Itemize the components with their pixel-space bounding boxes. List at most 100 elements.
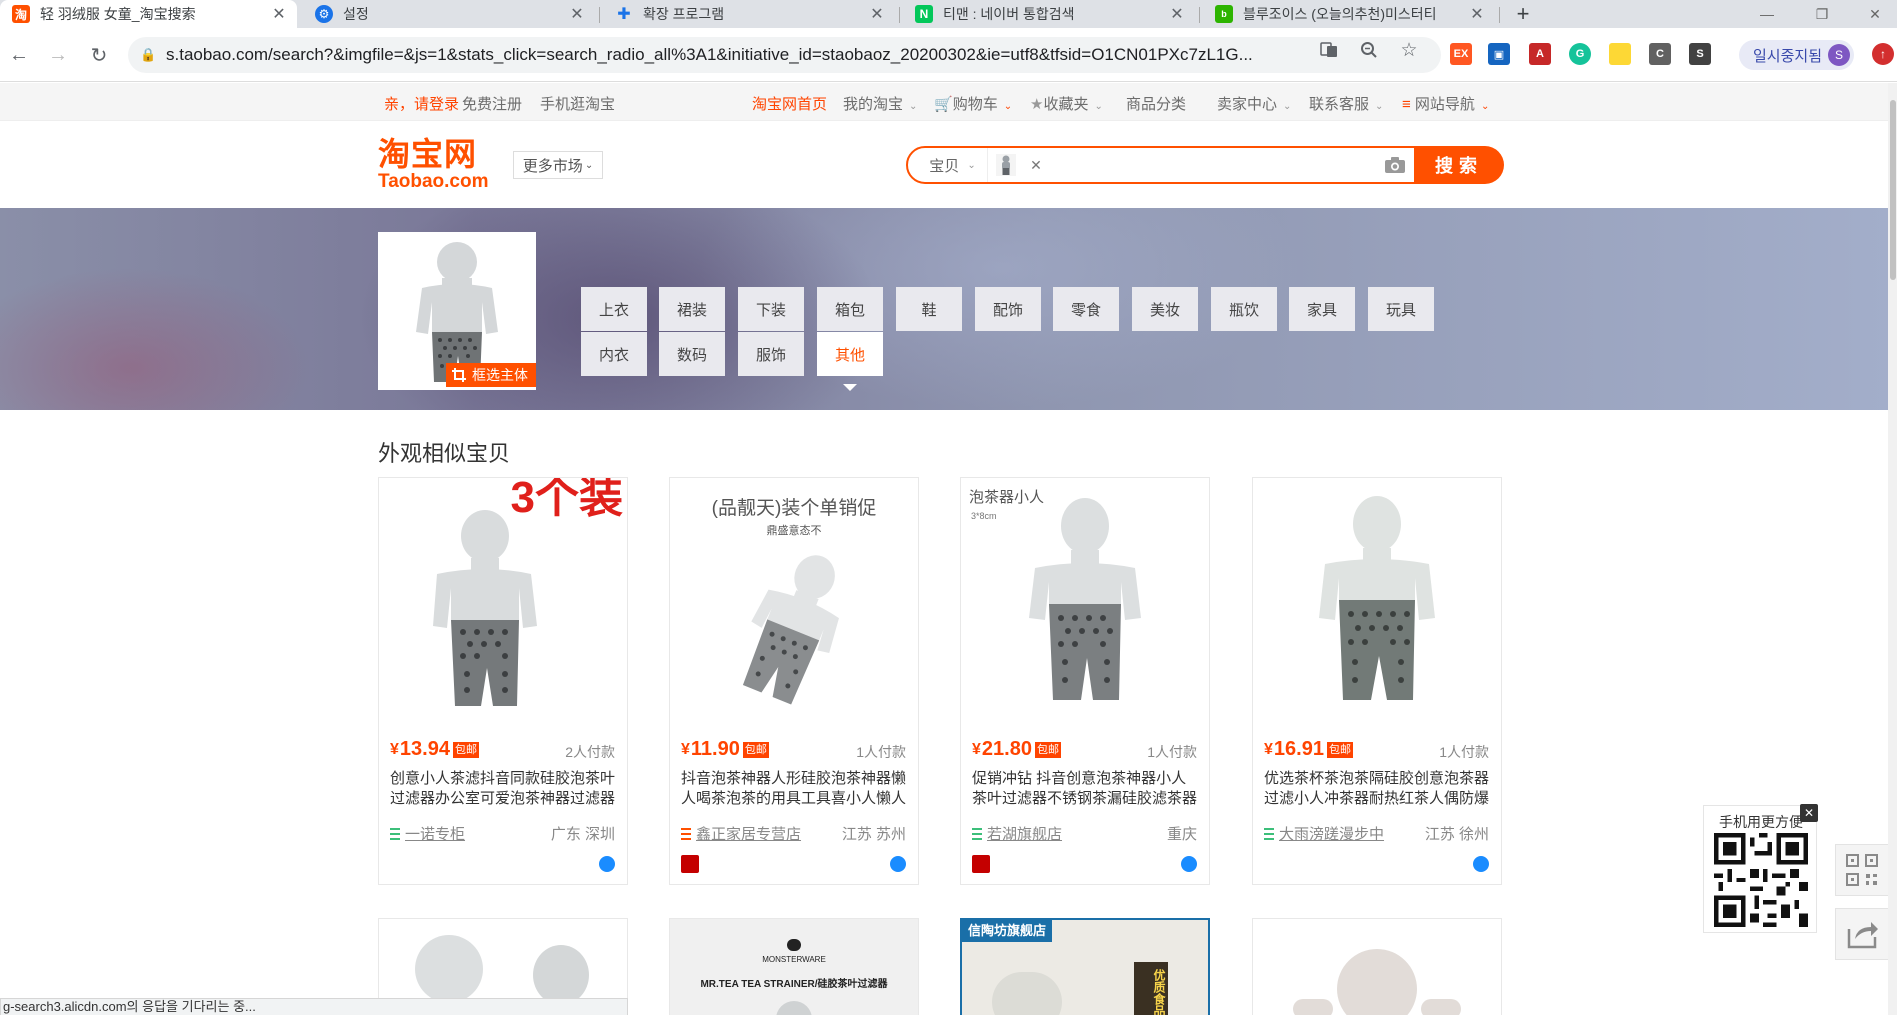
scrollbar-thumb[interactable]: [1890, 100, 1896, 280]
cart-link[interactable]: 🛒购物车 ⌄: [934, 93, 1012, 114]
category-drinks[interactable]: 瓶饮: [1211, 287, 1277, 331]
product-card[interactable]: 3个装 ¥13.94 包邮 2人付款 创意小人茶滤抖音同款硅胶泡茶叶过滤器办公室可…: [378, 477, 628, 885]
taobao-logo[interactable]: 淘宝网 Taobao.com: [378, 137, 498, 192]
shop-link[interactable]: 若湖旗舰店: [972, 823, 1062, 844]
shop-link[interactable]: 一诺专柜: [390, 823, 465, 844]
product-card[interactable]: ¥16.91 包邮 1人付款 优选茶杯茶泡茶隔硅胶创意泡茶器过滤小人冲茶器耐热红茶…: [1252, 477, 1502, 885]
tab-extensions[interactable]: ✚ 확장 프로그램 ✕: [603, 0, 895, 28]
address-bar[interactable]: 🔒 s.taobao.com/search?&imgfile=&js=1&sta…: [128, 37, 1441, 73]
product-image[interactable]: (品靓天)装个单销促 鼎盛意态不: [670, 478, 918, 726]
close-icon[interactable]: ✕: [869, 4, 885, 24]
register-link[interactable]: 免费注册: [462, 93, 522, 114]
product-image[interactable]: 泡茶器小人 3*8cm: [961, 478, 1209, 726]
product-card[interactable]: [1252, 918, 1502, 1015]
camera-icon[interactable]: [1384, 155, 1406, 175]
minimize-icon[interactable]: —: [1745, 0, 1789, 28]
category-bags[interactable]: 箱包: [817, 287, 883, 331]
category-digital[interactable]: 数码: [659, 332, 725, 376]
product-title[interactable]: 促销冲钻 抖音创意泡茶神器小人茶叶过滤器不锈钢茶漏硅胶滤茶器: [972, 769, 1200, 809]
qr-code-button[interactable]: [1835, 844, 1889, 896]
close-icon[interactable]: ✕: [1169, 4, 1185, 24]
wangwang-chat-icon[interactable]: [1473, 856, 1489, 872]
category-other[interactable]: 其他: [817, 332, 883, 376]
extension-pdf-icon[interactable]: A: [1529, 43, 1551, 65]
product-card[interactable]: 泡茶器小人 3*8cm ¥21.80 包邮 1人付款 促销冲钻 抖音创意泡茶神器小…: [960, 477, 1210, 885]
url-text[interactable]: s.taobao.com/search?&imgfile=&js=1&stats…: [166, 45, 1326, 65]
category-dresses[interactable]: 裙装: [659, 287, 725, 331]
category-apparel[interactable]: 服饰: [738, 332, 804, 376]
favorites-link[interactable]: ★收藏夹 ⌄: [1030, 93, 1103, 114]
close-icon[interactable]: ✕: [1469, 4, 1485, 24]
update-icon[interactable]: ↑: [1872, 43, 1894, 65]
login-link[interactable]: 亲，请登录: [384, 93, 459, 114]
extension-s-icon[interactable]: S: [1689, 43, 1711, 65]
profile-status: 일시중지됨: [1753, 47, 1823, 65]
category-toys[interactable]: 玩具: [1368, 287, 1434, 331]
search-box[interactable]: 宝贝 ⌄ ✕: [906, 146, 1416, 184]
restore-icon[interactable]: ❐: [1800, 0, 1844, 28]
wangwang-chat-icon[interactable]: [890, 856, 906, 872]
product-card[interactable]: (品靓天)装个单销促 鼎盛意态不 ¥11.90 包邮 1人付款 抖音泡茶神器人形硅…: [669, 477, 919, 885]
wangwang-chat-icon[interactable]: [1181, 856, 1197, 872]
extension-notes-icon[interactable]: [1609, 43, 1631, 65]
shop-link[interactable]: 鑫正家居专营店: [681, 823, 801, 844]
my-taobao-link[interactable]: 我的淘宝 ⌄: [843, 93, 917, 114]
product-title[interactable]: 优选茶杯茶泡茶隔硅胶创意泡茶器过滤小人冲茶器耐热红茶人偶防爆: [1264, 769, 1492, 809]
categories-link[interactable]: 商品分类: [1126, 93, 1186, 114]
product-title[interactable]: 创意小人茶滤抖音同款硅胶泡茶叶过滤器办公室可爱泡茶神器过滤器: [390, 769, 618, 809]
product-card[interactable]: 信陶坊旗舰店 优质食品: [960, 918, 1210, 1015]
crop-subject-button[interactable]: 框选主体: [446, 363, 536, 387]
seller-center-link[interactable]: 卖家中心 ⌄: [1217, 93, 1291, 114]
shop-link[interactable]: 大雨滂蹉漫步中: [1264, 823, 1384, 844]
wangwang-chat-icon[interactable]: [599, 856, 615, 872]
mobile-taobao-link[interactable]: 手机逛淘宝: [540, 93, 615, 114]
share-button[interactable]: [1835, 908, 1889, 960]
site-map-link[interactable]: ≡ 网站导航 ⌄: [1402, 93, 1489, 114]
category-underwear[interactable]: 内衣: [581, 332, 647, 376]
product-image[interactable]: [1253, 478, 1501, 726]
close-icon[interactable]: ✕: [271, 4, 287, 24]
tab-taobao-search[interactable]: 淘 轻 羽绒服 女童_淘宝搜索 ✕: [0, 0, 297, 28]
home-link[interactable]: 淘宝网首页: [752, 93, 827, 114]
extension-screen-icon[interactable]: ▣: [1488, 43, 1510, 65]
more-markets-dropdown[interactable]: 更多市场 ⌄: [513, 151, 603, 179]
profile-paused-button[interactable]: 일시중지됨 S: [1739, 40, 1854, 70]
search-button[interactable]: 搜索: [1414, 146, 1504, 184]
category-snacks[interactable]: 零食: [1053, 287, 1119, 331]
category-furniture[interactable]: 家具: [1289, 287, 1355, 331]
customer-service-link[interactable]: 联系客服 ⌄: [1309, 93, 1383, 114]
window-close-icon[interactable]: ✕: [1853, 0, 1897, 28]
site-nav: 亲，请登录 免费注册 手机逛淘宝 淘宝网首页 我的淘宝 ⌄ 🛒购物车 ⌄ ★收藏夹 ⌄…: [0, 83, 1897, 121]
product-card[interactable]: MONSTERWARE MR.TEA TEA STRAINER/硅胶茶叶过滤器: [669, 918, 919, 1015]
product-image[interactable]: 3个装: [379, 478, 627, 726]
forward-icon[interactable]: →: [43, 40, 73, 70]
tab-blog[interactable]: b 블루조이스 (오늘의추천)미스터티 ✕: [1203, 0, 1495, 28]
close-icon[interactable]: ✕: [1800, 804, 1818, 822]
tea-infuser-image: [1319, 496, 1435, 700]
back-icon[interactable]: ←: [4, 40, 34, 70]
translate-icon[interactable]: [1316, 38, 1342, 62]
extension-c-icon[interactable]: C: [1649, 43, 1671, 65]
zoom-icon[interactable]: [1356, 38, 1382, 62]
tmall-icon[interactable]: [972, 855, 990, 873]
category-shoes[interactable]: 鞋: [896, 287, 962, 331]
tab-naver[interactable]: N 티맨 : 네이버 통합검색 ✕: [903, 0, 1195, 28]
category-beauty[interactable]: 美妆: [1132, 287, 1198, 331]
product-title[interactable]: 抖音泡茶神器人形硅胶泡茶神器懒人喝茶泡茶的用具工具喜小人懒人: [681, 769, 909, 809]
extension-ex-icon[interactable]: EX: [1450, 43, 1472, 65]
clear-image-icon[interactable]: ✕: [1026, 154, 1046, 176]
tab-separator: [1499, 7, 1500, 23]
paid-count: 1人付款: [856, 744, 906, 760]
extension-grammarly-icon[interactable]: G: [1569, 43, 1591, 65]
tea-infuser-image: 3个装: [433, 478, 623, 706]
category-accessories[interactable]: 配饰: [975, 287, 1041, 331]
new-tab-button[interactable]: +: [1509, 0, 1537, 28]
search-type-select[interactable]: 宝贝 ⌄: [918, 148, 988, 182]
close-icon[interactable]: ✕: [569, 4, 585, 24]
bookmark-star-icon[interactable]: ☆: [1396, 38, 1422, 62]
reload-icon[interactable]: ↻: [84, 40, 114, 70]
category-bottoms[interactable]: 下装: [738, 287, 804, 331]
tab-settings[interactable]: ⚙ 설정 ✕: [303, 0, 595, 28]
category-tops[interactable]: 上衣: [581, 287, 647, 331]
tmall-icon[interactable]: [681, 855, 699, 873]
